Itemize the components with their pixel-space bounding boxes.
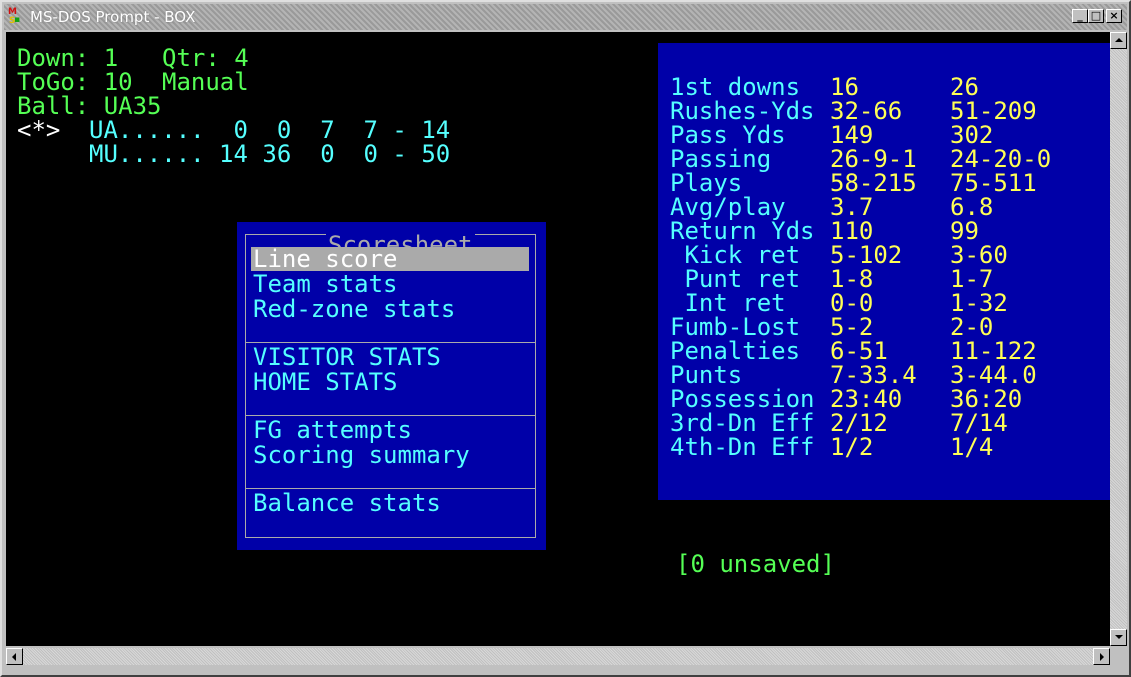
down-text: Down: 1 bbox=[17, 44, 119, 72]
mode-text: Manual bbox=[162, 68, 249, 96]
visitor-stat-value: 149 bbox=[830, 121, 874, 149]
arrow-left-icon bbox=[12, 653, 16, 661]
menu-item-line-score[interactable]: Line score bbox=[251, 247, 529, 271]
scroll-down-button[interactable] bbox=[1110, 629, 1127, 646]
stat-label: 4th-Dn Eff bbox=[670, 433, 815, 461]
linescore-visitor: UA...... 0 0 7 7 - 14 bbox=[89, 116, 451, 144]
quarter-text: Qtr: 4 bbox=[162, 44, 249, 72]
resize-grip[interactable] bbox=[1110, 648, 1127, 665]
stat-label: Possession bbox=[670, 385, 815, 413]
stat-label: Penalties bbox=[670, 337, 801, 365]
visitor-stat-value: 1-8 bbox=[830, 265, 874, 293]
stat-label: Punt ret bbox=[670, 265, 801, 293]
maximize-button[interactable]: □ bbox=[1088, 9, 1104, 23]
stat-label: 1st downs bbox=[670, 73, 801, 101]
dos-window: M S ▪ MS-DOS Prompt - BOX _ □ × Down: 1 Qt… bbox=[0, 0, 1131, 677]
menu-item-balance-stats[interactable]: Balance stats bbox=[253, 491, 441, 515]
stat-label: Punts bbox=[670, 361, 743, 389]
linescore-home: MU...... 14 36 0 0 - 50 bbox=[89, 140, 451, 168]
unsaved-status: [0 unsaved] bbox=[676, 550, 835, 578]
home-stat-value: 1-7 bbox=[950, 265, 994, 293]
home-stat-value: 75-511 bbox=[950, 169, 1037, 197]
scoresheet-menu: Scoresheet Line score Team stats Red-zone … bbox=[237, 222, 546, 550]
stat-label: Kick ret bbox=[670, 241, 801, 269]
stat-label: Avg/play bbox=[670, 193, 786, 221]
arrow-up-icon bbox=[1115, 38, 1123, 42]
menu-item-scoring-summary[interactable]: Scoring summary bbox=[253, 443, 470, 467]
stat-label: Fumb-Lost bbox=[670, 313, 801, 341]
home-stat-value: 11-122 bbox=[950, 337, 1037, 365]
home-stat-value: 7/14 bbox=[950, 409, 1008, 437]
close-button[interactable]: × bbox=[1106, 9, 1122, 23]
stat-label: Plays bbox=[670, 169, 743, 197]
visitor-stat-value: 110 bbox=[830, 217, 874, 245]
home-stat-value: 36:20 bbox=[950, 385, 1023, 413]
console-screen[interactable]: Down: 1 Qtr: 4 ToGo: 10 Manual Ball: UA3… bbox=[6, 32, 1110, 646]
menu-item-fg-attempts[interactable]: FG attempts bbox=[253, 418, 412, 442]
home-stat-value: 1/4 bbox=[950, 433, 994, 461]
visitor-stat-value: 5-2 bbox=[830, 313, 874, 341]
home-stat-value: 1-32 bbox=[950, 289, 1008, 317]
minimize-button[interactable]: _ bbox=[1072, 9, 1088, 23]
menu-item-team-stats[interactable]: Team stats bbox=[253, 272, 398, 296]
home-stat-value: 2-0 bbox=[950, 313, 994, 341]
visitor-stat-value: 7-33.4 bbox=[830, 361, 917, 389]
menu-item-home-stats[interactable]: HOME STATS bbox=[253, 370, 398, 394]
menu-item-red-zone-stats[interactable]: Red-zone stats bbox=[253, 297, 455, 321]
menu-item-visitor-stats[interactable]: VISITOR STATS bbox=[253, 345, 441, 369]
stat-label: 3rd-Dn Eff bbox=[670, 409, 815, 437]
horizontal-scrollbar[interactable] bbox=[6, 648, 1110, 665]
home-stat-value: 3-44.0 bbox=[950, 361, 1037, 389]
visitor-stat-value: 1/2 bbox=[830, 433, 874, 461]
home-stat-value: 26 bbox=[950, 73, 979, 101]
stat-label: Int ret bbox=[670, 289, 786, 317]
stat-label: Passing bbox=[670, 145, 772, 173]
home-stat-value: 3-60 bbox=[950, 241, 1008, 269]
title-bar[interactable]: M S ▪ MS-DOS Prompt - BOX _ □ × bbox=[4, 4, 1127, 30]
scroll-up-button[interactable] bbox=[1110, 32, 1127, 49]
visitor-stat-value: 2/12 bbox=[830, 409, 888, 437]
home-stat-value: 6.8 bbox=[950, 193, 994, 221]
game-status: Down: 1 Qtr: 4 ToGo: 10 Manual Ball: UA3… bbox=[11, 32, 471, 172]
menu-frame: Scoresheet Line score Team stats Red-zone … bbox=[245, 233, 536, 538]
arrow-right-icon bbox=[1100, 653, 1104, 661]
visitor-stat-value: 23:40 bbox=[830, 385, 903, 413]
scroll-left-button[interactable] bbox=[6, 648, 23, 665]
home-stat-value: 99 bbox=[950, 217, 979, 245]
visitor-stat-value: 3.7 bbox=[830, 193, 874, 221]
visitor-stat-value: 5-102 bbox=[830, 241, 903, 269]
arrow-down-icon bbox=[1115, 635, 1123, 639]
team-stats-panel: 1st downs 16 26 Rushes-Yds 32-66 51-209 Pass Y… bbox=[658, 43, 1110, 500]
msdos-icon: M S ▪ bbox=[8, 7, 21, 26]
to-go-text: ToGo: 10 bbox=[17, 68, 133, 96]
visitor-stat-value: 0-0 bbox=[830, 289, 874, 317]
visitor-stat-value: 16 bbox=[830, 73, 859, 101]
possession-marker: <*> bbox=[17, 116, 61, 144]
window-title: MS-DOS Prompt - BOX bbox=[30, 8, 196, 26]
visitor-stat-value: 26-9-1 bbox=[830, 145, 917, 173]
stat-label: Rushes-Yds bbox=[670, 97, 815, 125]
visitor-stat-value: 32-66 bbox=[830, 97, 903, 125]
home-stat-value: 51-209 bbox=[950, 97, 1037, 125]
home-stat-value: 24-20-0 bbox=[950, 145, 1052, 173]
visitor-stat-value: 6-51 bbox=[830, 337, 888, 365]
stat-label: Pass Yds bbox=[670, 121, 786, 149]
vertical-scrollbar[interactable] bbox=[1110, 32, 1127, 646]
stat-label: Return Yds bbox=[670, 217, 815, 245]
scroll-right-button[interactable] bbox=[1093, 648, 1110, 665]
ball-position-text: Ball: UA35 bbox=[17, 92, 162, 120]
visitor-stat-value: 58-215 bbox=[830, 169, 917, 197]
home-stat-value: 302 bbox=[950, 121, 994, 149]
